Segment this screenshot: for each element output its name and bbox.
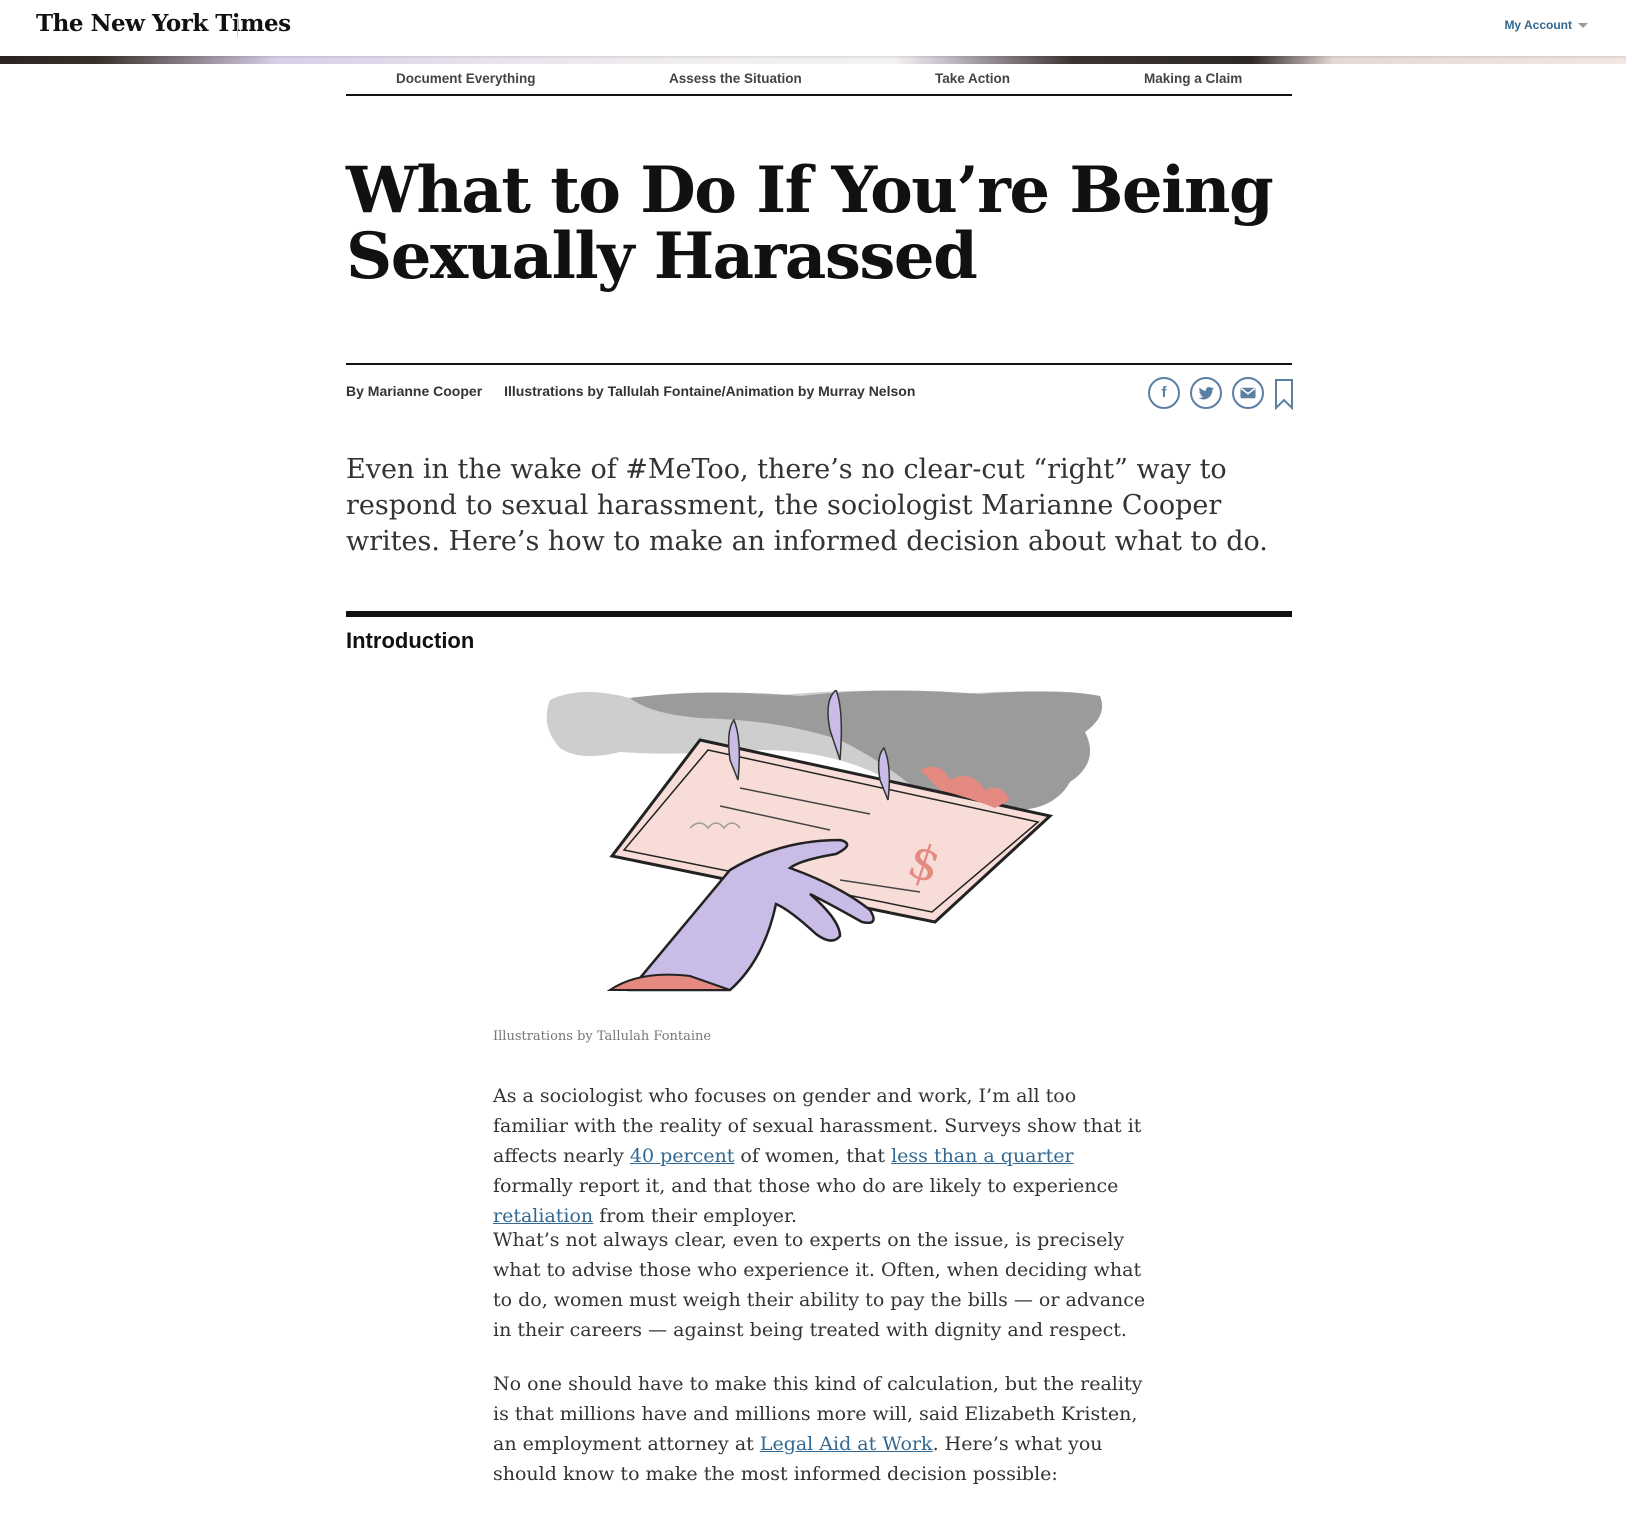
facebook-icon: f [1161, 384, 1167, 401]
chevron-down-icon [1578, 23, 1588, 29]
byline-rule [346, 363, 1292, 365]
my-account-button[interactable]: My Account [1504, 18, 1588, 32]
nav-take-action[interactable]: Take Action [935, 71, 1010, 86]
illustration-burning-check: $ [546, 690, 1103, 992]
intro-rule [346, 611, 1292, 617]
illustration-caption: Illustrations by Tallulah Fontaine [493, 1029, 712, 1044]
section-label-introduction: Introduction [346, 628, 475, 653]
link-less-than-a-quarter[interactable]: less than a quarter [891, 1145, 1073, 1167]
nyt-logo[interactable]: The New York Times [36, 10, 291, 37]
paragraph-text: formally report it, and that those who d… [493, 1175, 1119, 1197]
twitter-icon [1198, 386, 1214, 400]
facebook-share-button[interactable]: f [1148, 377, 1180, 409]
paragraph-text: from their employer. [593, 1205, 798, 1227]
paragraph-3: No one should have to make this kind of … [493, 1369, 1153, 1489]
twitter-share-button[interactable] [1190, 377, 1222, 409]
email-share-button[interactable] [1232, 377, 1264, 409]
masthead: The New York Times My Account [0, 0, 1626, 56]
illustration-credit: Illustrations by Tallulah Fontaine/Anima… [504, 383, 916, 399]
section-nav: Document Everything Assess the Situation… [346, 68, 1292, 96]
nav-assess-the-situation[interactable]: Assess the Situation [669, 71, 802, 86]
bookmark-icon[interactable] [1274, 378, 1294, 410]
nav-making-a-claim[interactable]: Making a Claim [1144, 71, 1242, 86]
paragraph-1: As a sociologist who focuses on gender a… [493, 1081, 1153, 1231]
byline: By Marianne Cooper Illustrations by Tallu… [346, 383, 915, 399]
logo-divider [237, 17, 238, 37]
article-summary: Even in the wake of #MeToo, there’s no c… [346, 454, 1268, 557]
my-account-label: My Account [1504, 18, 1572, 32]
link-40-percent[interactable]: 40 percent [630, 1145, 734, 1167]
paragraph-text: of women, that [734, 1145, 892, 1167]
paragraph-2: What’s not always clear, even to experts… [493, 1229, 1146, 1341]
link-retaliation[interactable]: retaliation [493, 1205, 593, 1227]
link-legal-aid-at-work[interactable]: Legal Aid at Work [760, 1433, 933, 1455]
headline: What to Do If You’re Being Sexually Hara… [346, 153, 1274, 294]
email-icon [1240, 387, 1256, 399]
author: By Marianne Cooper [346, 383, 483, 399]
nav-document-everything[interactable]: Document Everything [396, 71, 536, 86]
